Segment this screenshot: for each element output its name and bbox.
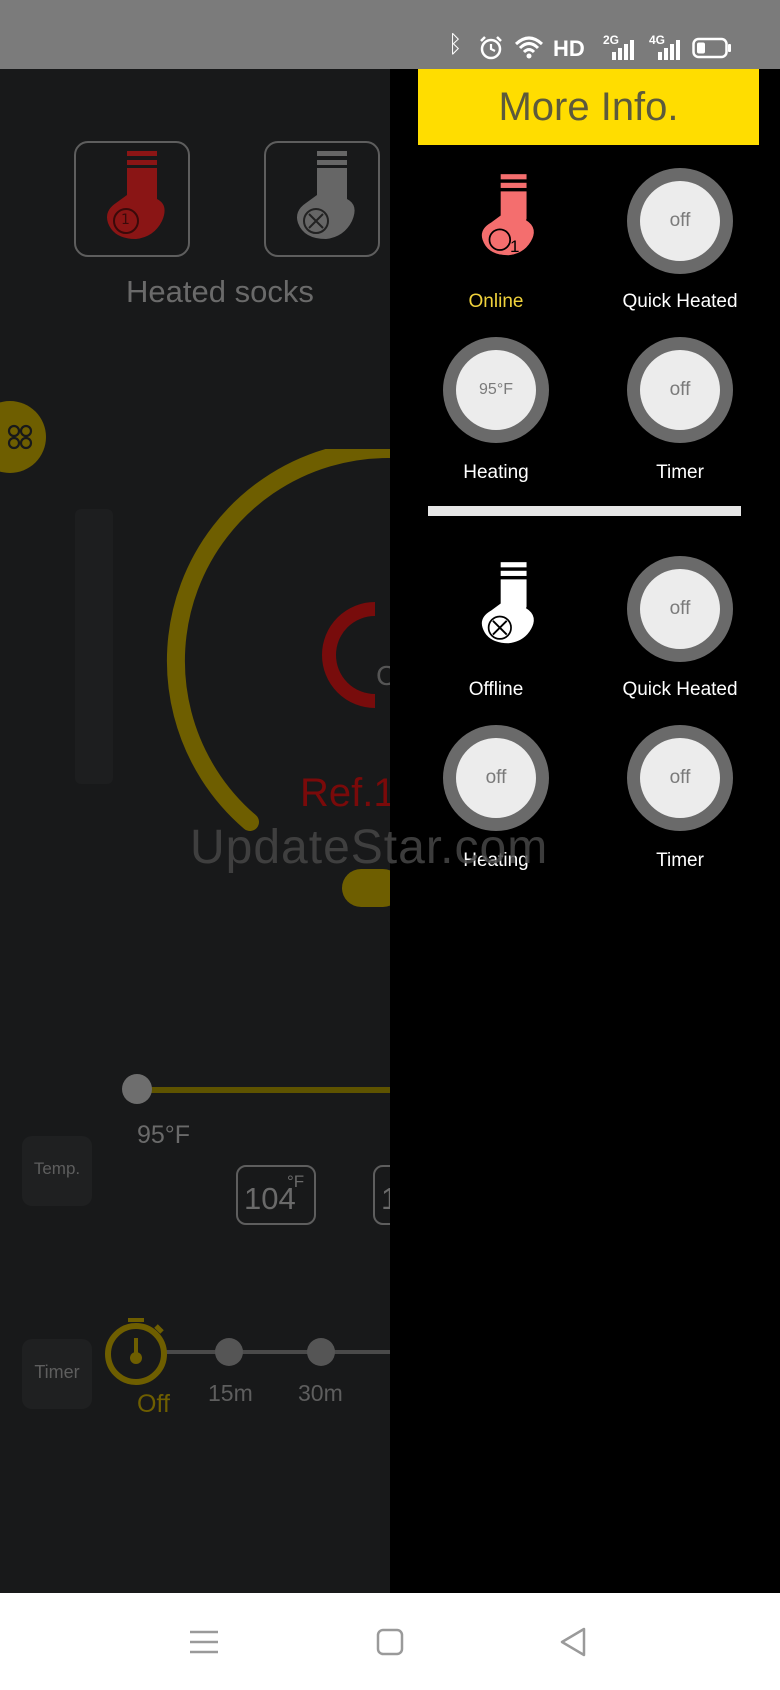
- sock1-timer-label: Timer: [656, 462, 704, 483]
- home-nav-icon[interactable]: [375, 1627, 405, 1657]
- sock-online-icon: [481, 174, 537, 256]
- watermark: UpdateStar.com: [190, 821, 549, 874]
- temp-preset-104-unit: °F: [287, 1172, 305, 1191]
- sock-tile-2[interactable]: [264, 141, 380, 257]
- sock1-quick-heated-toggle[interactable]: off: [627, 168, 733, 274]
- sock2-status: Offline: [468, 679, 524, 700]
- status-bar: ᛒ HD 2G 4G: [0, 0, 780, 69]
- sock2-timer-toggle[interactable]: off: [627, 725, 733, 831]
- ref-label: Ref.1: [300, 771, 396, 815]
- sock1-heating-label: Heating: [463, 462, 529, 483]
- sock1-timer-value: off: [640, 350, 720, 430]
- device-title: Heated socks: [126, 274, 314, 309]
- alarm-icon: [480, 36, 502, 60]
- sock2-quick-heated-toggle[interactable]: off: [627, 556, 733, 662]
- wifi-icon: [514, 36, 544, 59]
- temperature-slider-track[interactable]: [137, 1087, 390, 1093]
- temp-button[interactable]: Temp.: [22, 1136, 92, 1206]
- timer-stop-15m[interactable]: [215, 1338, 243, 1366]
- sock2-timer-label: Timer: [656, 850, 704, 871]
- sock2-timer-value: off: [640, 738, 720, 818]
- temp-preset-104[interactable]: 104 °F: [236, 1165, 316, 1225]
- sock1-heating-value: 95°F: [456, 350, 536, 430]
- drawer-header: More Info.: [418, 69, 759, 145]
- timer-track: [166, 1350, 390, 1354]
- slider-min-label: 95°F: [137, 1121, 191, 1149]
- sock1-timer-toggle[interactable]: off: [627, 337, 733, 443]
- timer-stop-30m[interactable]: [307, 1338, 335, 1366]
- stopwatch-icon[interactable]: [100, 1314, 172, 1386]
- drawer-divider: [428, 506, 741, 516]
- back-nav-icon[interactable]: [558, 1626, 588, 1658]
- timer-option-15m[interactable]: 15m: [208, 1380, 253, 1407]
- sock1-quick-heated-label: Quick Heated: [622, 291, 738, 312]
- sock1-quick-heated-value: off: [640, 181, 720, 261]
- sock-tile-1-badge: 1: [121, 212, 130, 228]
- sock2-quick-heated-value: off: [640, 569, 720, 649]
- sock-tile-1[interactable]: 1: [74, 141, 190, 257]
- sock2-quick-heated-label: Quick Heated: [622, 679, 738, 700]
- battery-icon: [692, 37, 731, 59]
- drawer-title: More Info.: [498, 85, 679, 129]
- navigation-bar: [0, 1593, 780, 1690]
- sock-offline-icon: [297, 151, 355, 239]
- sock-online-icon: [107, 151, 165, 239]
- bluetooth-icon: ᛒ: [448, 31, 463, 58]
- menu-nav-icon[interactable]: [188, 1628, 220, 1656]
- temperature-slider-thumb[interactable]: [122, 1074, 152, 1104]
- sock1-badge: 1: [510, 237, 520, 256]
- sock1-heating-toggle[interactable]: 95°F: [443, 337, 549, 443]
- network-hd-label: HD: [553, 36, 585, 61]
- signal-2g-icon: [612, 40, 634, 60]
- sock2-heating-value: off: [456, 738, 536, 818]
- timer-button-label: Timer: [34, 1362, 80, 1382]
- timer-option-off[interactable]: Off: [137, 1390, 170, 1419]
- sock-offline-icon: [481, 562, 537, 644]
- menu-tab[interactable]: [0, 401, 46, 473]
- level-bar-left: [75, 509, 113, 784]
- sock2-heating-toggle[interactable]: off: [443, 725, 549, 831]
- temp-button-label: Temp.: [33, 1159, 81, 1178]
- timer-option-30m[interactable]: 30m: [298, 1380, 343, 1407]
- timer-button[interactable]: Timer: [22, 1339, 92, 1409]
- grid-menu-icon: [7, 424, 33, 450]
- sock1-status: Online: [468, 291, 524, 312]
- signal-4g-icon: [658, 40, 680, 60]
